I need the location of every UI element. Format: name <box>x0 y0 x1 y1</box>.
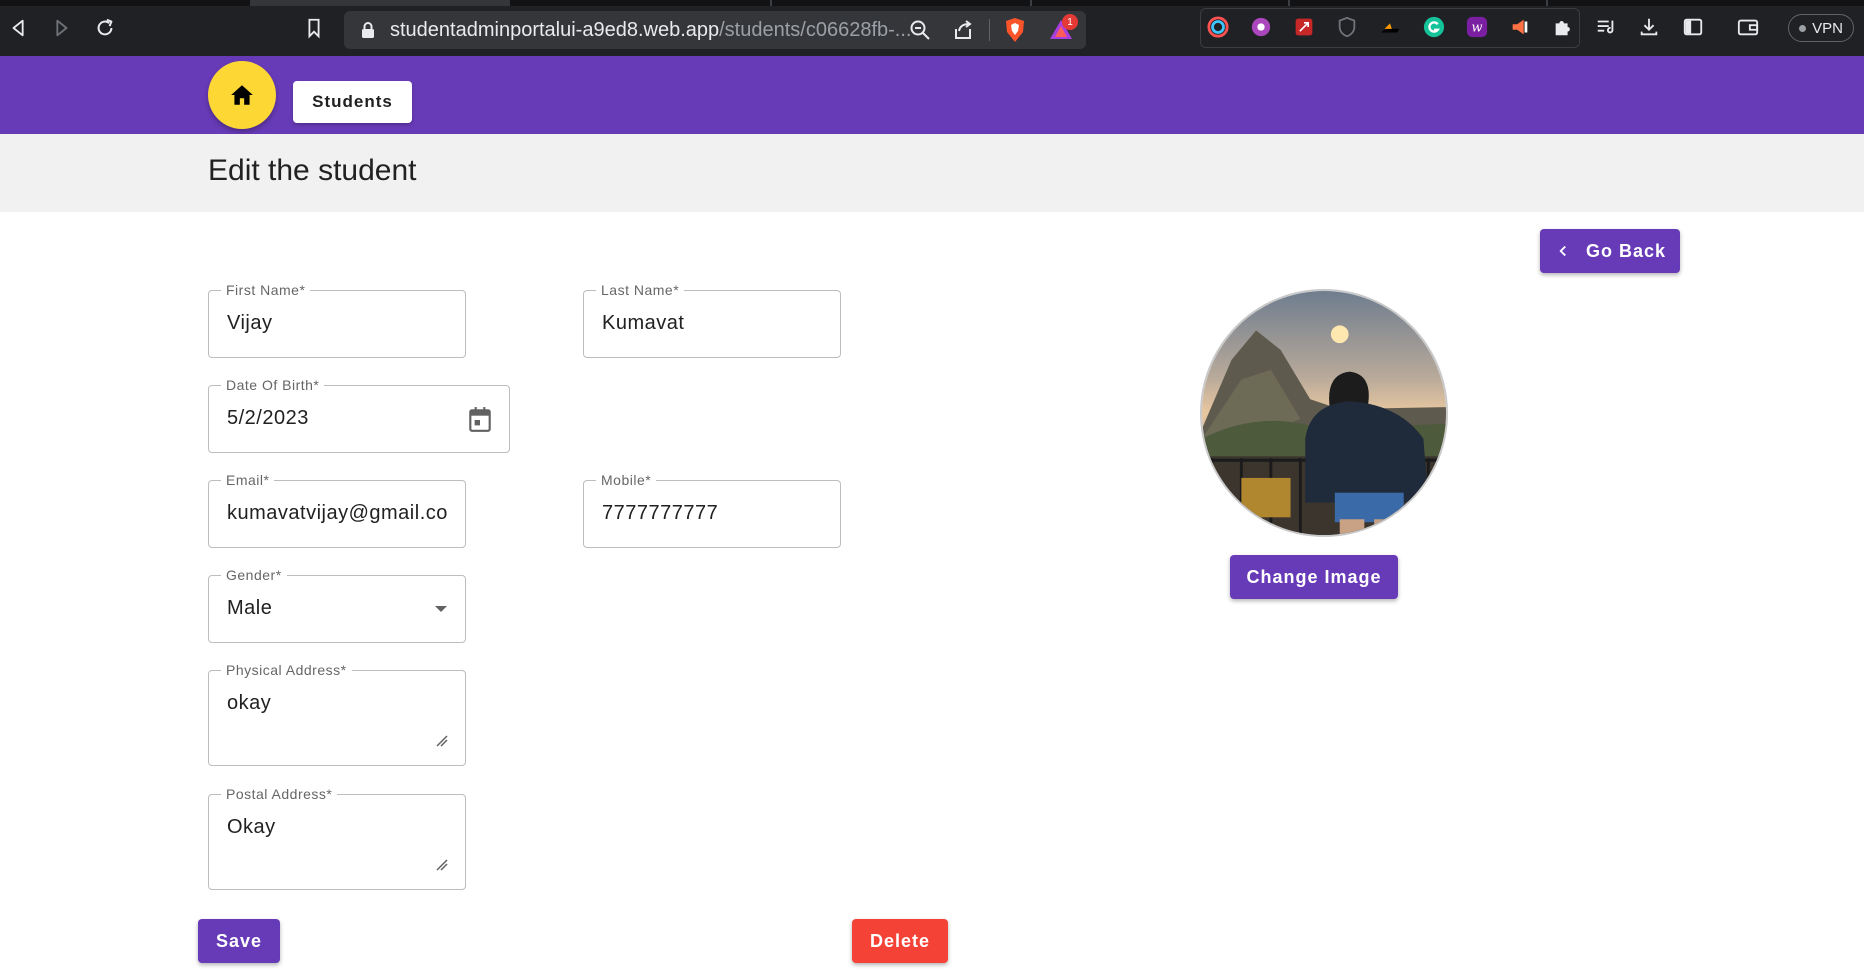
tab-strip <box>0 0 1864 6</box>
url-path: /students/c06628fb-... <box>719 19 912 41</box>
last-name-input[interactable]: Kumavat <box>602 312 827 335</box>
vpn-label: VPN <box>1812 19 1843 37</box>
first-name-label: First Name* <box>221 282 311 298</box>
address-bar[interactable]: studentadminportalui-a9ed8.web.app/stude… <box>344 11 1086 49</box>
save-button[interactable]: Save <box>198 919 280 963</box>
vpn-status-dot <box>1799 24 1807 32</box>
download-icon[interactable] <box>1637 15 1661 39</box>
url-text: studentadminportalui-a9ed8.web.app/stude… <box>390 19 911 42</box>
dropdown-arrow-icon[interactable] <box>433 604 449 614</box>
go-back-label: Go Back <box>1585 240 1667 261</box>
vpn-button[interactable]: VPN <box>1788 14 1854 42</box>
home-button[interactable] <box>208 61 276 129</box>
last-name-field[interactable]: Last Name* Kumavat <box>583 282 841 358</box>
lock-icon <box>362 22 374 38</box>
color-picker-icon[interactable] <box>1206 15 1230 39</box>
tab-separator <box>1546 0 1548 6</box>
physical-address-input[interactable]: okay <box>227 692 447 715</box>
wordtune-icon[interactable]: w <box>1465 15 1489 39</box>
calendar-icon[interactable] <box>467 406 493 434</box>
email-field[interactable]: Email* kumavatvijay@gmail.com <box>208 472 466 548</box>
email-input[interactable]: kumavatvijay@gmail.com <box>227 502 447 525</box>
sidebar-icon[interactable] <box>1681 15 1705 39</box>
forward-icon[interactable] <box>47 14 75 42</box>
divider <box>989 19 990 41</box>
reload-icon[interactable] <box>91 14 119 42</box>
date-of-birth-label: Date Of Birth* <box>221 377 325 393</box>
home-icon <box>231 85 253 105</box>
gender-label: Gender* <box>221 567 287 583</box>
privacy-extension-icon[interactable] <box>1335 15 1359 39</box>
change-image-button[interactable]: Change Image <box>1230 555 1398 599</box>
resize-handle-icon[interactable] <box>435 734 449 748</box>
page-title: Edit the student <box>208 154 417 187</box>
extensions-puzzle-icon[interactable] <box>1551 15 1575 39</box>
tab-separator <box>1030 0 1032 6</box>
browser-toolbar: studentadminportalui-a9ed8.web.app/stude… <box>0 0 1864 56</box>
date-of-birth-field[interactable]: Date Of Birth* 5/2/2023 <box>208 377 510 453</box>
mobile-label: Mobile* <box>596 472 657 488</box>
email-label: Email* <box>221 472 275 488</box>
postal-address-input[interactable]: Okay <box>227 816 447 839</box>
student-avatar <box>1200 289 1448 537</box>
bookmark-icon[interactable] <box>300 14 328 42</box>
brave-shield-icon[interactable] <box>1003 17 1027 43</box>
rocket-extension-icon[interactable] <box>1292 15 1316 39</box>
mobile-input[interactable]: 7777777777 <box>602 502 827 525</box>
back-icon[interactable] <box>5 14 33 42</box>
svg-text:w: w <box>1472 21 1483 36</box>
gender-value: Male <box>227 597 273 619</box>
go-back-button[interactable]: Go Back <box>1540 229 1680 273</box>
postal-address-label: Postal Address* <box>221 786 338 802</box>
tab-separator <box>1288 0 1290 6</box>
students-nav-button[interactable]: Students <box>293 81 412 123</box>
gender-select[interactable]: Gender* Male <box>208 567 466 643</box>
media-queue-icon[interactable] <box>1594 15 1618 39</box>
physical-address-label: Physical Address* <box>221 662 352 678</box>
first-name-input[interactable]: Vijay <box>227 312 452 335</box>
last-name-label: Last Name* <box>596 282 685 298</box>
url-host: studentadminportalui-a9ed8.web.app <box>390 19 720 41</box>
audio-extension-icon[interactable] <box>1508 15 1532 39</box>
resize-handle-icon[interactable] <box>435 858 449 872</box>
zoom-out-icon[interactable] <box>909 19 931 41</box>
postal-address-field[interactable]: Postal Address* Okay <box>208 786 466 890</box>
share-icon[interactable] <box>952 19 974 41</box>
wallet-icon[interactable] <box>1736 15 1760 39</box>
grammarly-icon[interactable] <box>1422 15 1446 39</box>
app-header <box>0 56 1864 134</box>
chevron-left-icon <box>1559 245 1566 257</box>
first-name-field[interactable]: First Name* Vijay <box>208 282 466 358</box>
music-extension-icon[interactable] <box>1249 15 1273 39</box>
tab-separator <box>770 0 772 6</box>
mobile-field[interactable]: Mobile* 7777777777 <box>583 472 841 548</box>
delete-button[interactable]: Delete <box>852 919 948 963</box>
student-photo <box>1202 291 1446 535</box>
active-tab[interactable] <box>250 0 510 6</box>
dark-mode-extension-icon[interactable] <box>1378 15 1402 39</box>
date-of-birth-input[interactable]: 5/2/2023 <box>227 407 447 430</box>
notification-badge: 1 <box>1062 14 1078 30</box>
physical-address-field[interactable]: Physical Address* okay <box>208 662 466 766</box>
